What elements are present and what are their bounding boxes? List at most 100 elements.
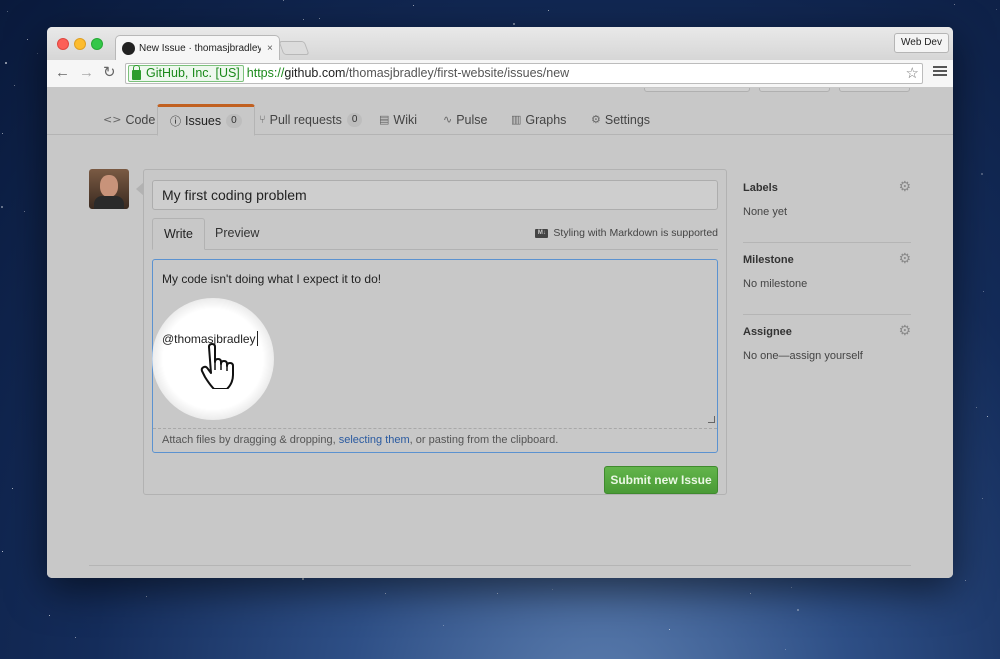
editor-tabs: Write Preview M↓ Styling with Markdown i… — [152, 218, 718, 250]
github-icon — [122, 41, 135, 55]
background-star — [27, 39, 28, 40]
background-star — [385, 593, 386, 594]
tab-wiki-label: Wiki — [393, 112, 418, 127]
background-star — [548, 10, 549, 11]
background-star — [965, 580, 966, 581]
sidebar-milestone: Milestone No milestone ⚙ — [743, 251, 911, 315]
select-files-link[interactable]: selecting them — [339, 434, 410, 446]
labels-value: None yet — [743, 206, 788, 218]
background-star — [1, 206, 3, 208]
tab-code-label: Code — [125, 112, 156, 127]
tab-wiki[interactable]: ▤ Wiki — [367, 104, 429, 135]
background-star — [981, 173, 983, 175]
profile-button[interactable]: Web Dev — [894, 33, 949, 53]
attach-prefix: Attach files by dragging & dropping, — [162, 434, 339, 446]
labels-heading: Labels — [743, 182, 778, 194]
tab-pull-requests[interactable]: ⑂ Pull requests 0 — [247, 104, 374, 135]
tab-close-icon[interactable]: × — [267, 43, 273, 54]
tab-graphs-label: Graphs — [525, 112, 567, 127]
secure-label: GitHub, Inc. [US] — [146, 66, 240, 80]
markdown-note[interactable]: M↓ Styling with Markdown is supported — [535, 227, 718, 239]
tab-graphs[interactable]: ▥ Graphs — [499, 104, 578, 135]
avatar[interactable] — [89, 169, 129, 209]
tab-issues-label: Issues — [185, 114, 222, 128]
zoom-window-button[interactable] — [91, 38, 103, 50]
tab-issues[interactable]: ⓘ Issues 0 — [157, 104, 255, 136]
book-icon: ▤ — [379, 113, 390, 126]
forward-button[interactable]: → — [79, 64, 94, 82]
attach-files-bar[interactable]: Attach files by dragging & dropping, sel… — [153, 428, 717, 452]
text-caret — [256, 331, 258, 346]
browser-window: New Issue · thomasjbradley × Web Dev ← →… — [47, 27, 953, 578]
tab-pulse-label: Pulse — [456, 112, 488, 127]
tab-preview[interactable]: Preview — [204, 218, 270, 250]
background-star — [996, 9, 997, 10]
background-star — [785, 649, 786, 650]
fork-button[interactable] — [839, 88, 910, 92]
url-text: https://github.com/thomasjbradley/first-… — [247, 64, 569, 83]
background-star — [983, 291, 984, 292]
footer-divider — [89, 565, 911, 566]
background-star — [513, 23, 515, 25]
gear-icon: ⚙ — [591, 113, 601, 126]
tab-settings[interactable]: ⚙ Settings — [579, 104, 662, 135]
issue-title-input[interactable]: My first coding problem — [152, 180, 718, 210]
browser-tab[interactable]: New Issue · thomasjbradley × — [115, 35, 280, 60]
reload-button[interactable]: ↻ — [103, 64, 116, 82]
url-path: /thomasjbradley/first-website/issues/new — [345, 66, 570, 80]
background-star — [303, 19, 304, 20]
back-button[interactable]: ← — [55, 64, 70, 82]
close-window-button[interactable] — [57, 38, 69, 50]
resize-handle[interactable] — [708, 416, 715, 423]
new-tab-button[interactable] — [278, 41, 310, 55]
markdown-icon: M↓ — [535, 228, 549, 238]
url-host: github.com — [284, 66, 346, 80]
tab-write[interactable]: Write — [152, 218, 205, 250]
graph-icon: ▥ — [511, 113, 522, 126]
background-star — [791, 587, 792, 588]
markdown-note-text: Styling with Markdown is supported — [553, 227, 718, 239]
body-line-1: My code isn't doing what I expect it to … — [162, 272, 382, 286]
pull-requests-count: 0 — [346, 112, 363, 127]
background-star — [987, 416, 988, 417]
bookmark-star-icon[interactable]: ☆ — [906, 64, 919, 83]
tab-code[interactable]: <> Code — [91, 104, 167, 135]
background-star — [49, 615, 50, 616]
submit-new-issue-button[interactable]: Submit new Issue — [604, 466, 718, 494]
star-button[interactable] — [759, 88, 830, 92]
background-star — [669, 629, 670, 630]
minimize-window-button[interactable] — [74, 38, 86, 50]
git-pull-request-icon: ⑂ — [259, 113, 266, 126]
tab-pulse[interactable]: ∿ Pulse — [431, 104, 500, 135]
issues-count: 0 — [226, 114, 242, 128]
secure-badge[interactable]: GitHub, Inc. [US] — [128, 64, 244, 82]
tab-pull-requests-label: Pull requests — [269, 112, 342, 127]
repo-nav: <> Code ⓘ Issues 0 ⑂ Pull requests 0 ▤ W… — [47, 88, 953, 136]
background-star — [750, 593, 751, 594]
sidebar-labels: Labels None yet ⚙ — [743, 179, 911, 243]
background-star — [2, 133, 3, 134]
pulse-icon: ∿ — [443, 113, 453, 126]
gear-icon[interactable]: ⚙ — [898, 179, 911, 195]
lock-icon — [132, 64, 141, 80]
background-star — [12, 488, 13, 489]
background-star — [954, 4, 955, 5]
background-star — [5, 62, 7, 64]
attach-suffix: , or pasting from the clipboard. — [409, 434, 559, 446]
sidebar-assignee: Assignee No one—assign yourself ⚙ — [743, 323, 911, 387]
browser-toolbar: ← → ↻ GitHub, Inc. [US] https://github.c… — [47, 60, 953, 88]
background-star — [7, 11, 8, 12]
assignee-value[interactable]: No one—assign yourself — [743, 350, 911, 362]
background-star — [2, 551, 3, 552]
browser-menu-icon[interactable] — [933, 64, 947, 78]
url-scheme: https:// — [246, 66, 285, 80]
gear-icon[interactable]: ⚙ — [898, 251, 911, 267]
background-star — [302, 578, 304, 580]
background-star — [443, 625, 444, 626]
title-bar: New Issue · thomasjbradley × Web Dev — [47, 27, 953, 60]
background-star — [14, 85, 15, 86]
watch-button[interactable] — [644, 88, 750, 92]
address-bar[interactable]: GitHub, Inc. [US] https://github.com/tho… — [125, 63, 923, 84]
issue-sidebar: Labels None yet ⚙ Milestone No milestone… — [743, 179, 911, 398]
gear-icon[interactable]: ⚙ — [898, 323, 911, 339]
